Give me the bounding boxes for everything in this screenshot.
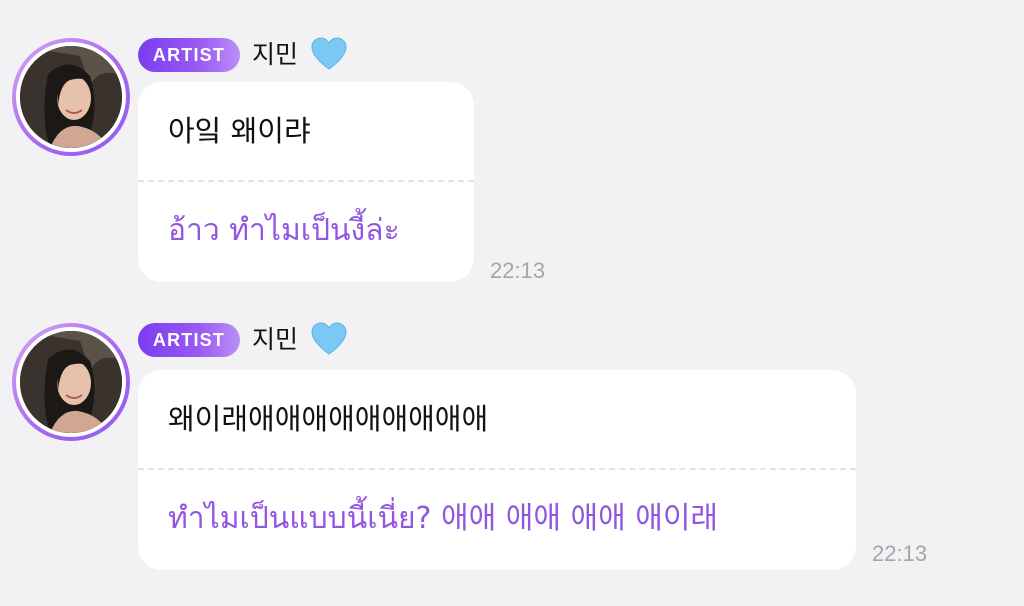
avatar-photo: [20, 331, 122, 433]
blue-heart-icon: [311, 37, 347, 70]
artist-badge: ARTIST: [138, 323, 240, 357]
message-text: 왜이래애애애애애애애애애: [168, 402, 489, 436]
avatar[interactable]: [12, 38, 130, 156]
message-bubble[interactable]: 왜이래애애애애애애애애애 ทำไมเป็นแบบนี้เนี่ย? 애애 애애 …: [138, 370, 856, 570]
message-translation: อ้าว ทำไมเป็นงี้ล่ะ: [168, 213, 400, 248]
message-bubble[interactable]: 아잌 왜이랴 อ้าว ทำไมเป็นงี้ล่ะ: [138, 82, 474, 282]
message-item: ARTIST 지민 아잌 왜이랴 อ้าว ทำไมเป็นงี้ล่ะ 22:…: [0, 37, 1024, 288]
sender-name: 지민: [252, 40, 299, 69]
avatar-photo: [20, 46, 122, 148]
blue-heart-icon: [311, 322, 347, 355]
message-time: 22:13: [490, 258, 546, 283]
artist-badge: ARTIST: [138, 38, 240, 72]
message-text: 아잌 왜이랴: [168, 114, 311, 148]
message-time: 22:13: [872, 541, 928, 566]
sender-name: 지민: [252, 325, 299, 354]
message-item: ARTIST 지민 왜이래애애애애애애애애애 ทำไมเป็นแบบนี้เนี…: [0, 322, 1024, 583]
avatar[interactable]: [12, 323, 130, 441]
message-translation: ทำไมเป็นแบบนี้เนี่ย? 애애 애애 애애 애이래: [168, 501, 719, 536]
